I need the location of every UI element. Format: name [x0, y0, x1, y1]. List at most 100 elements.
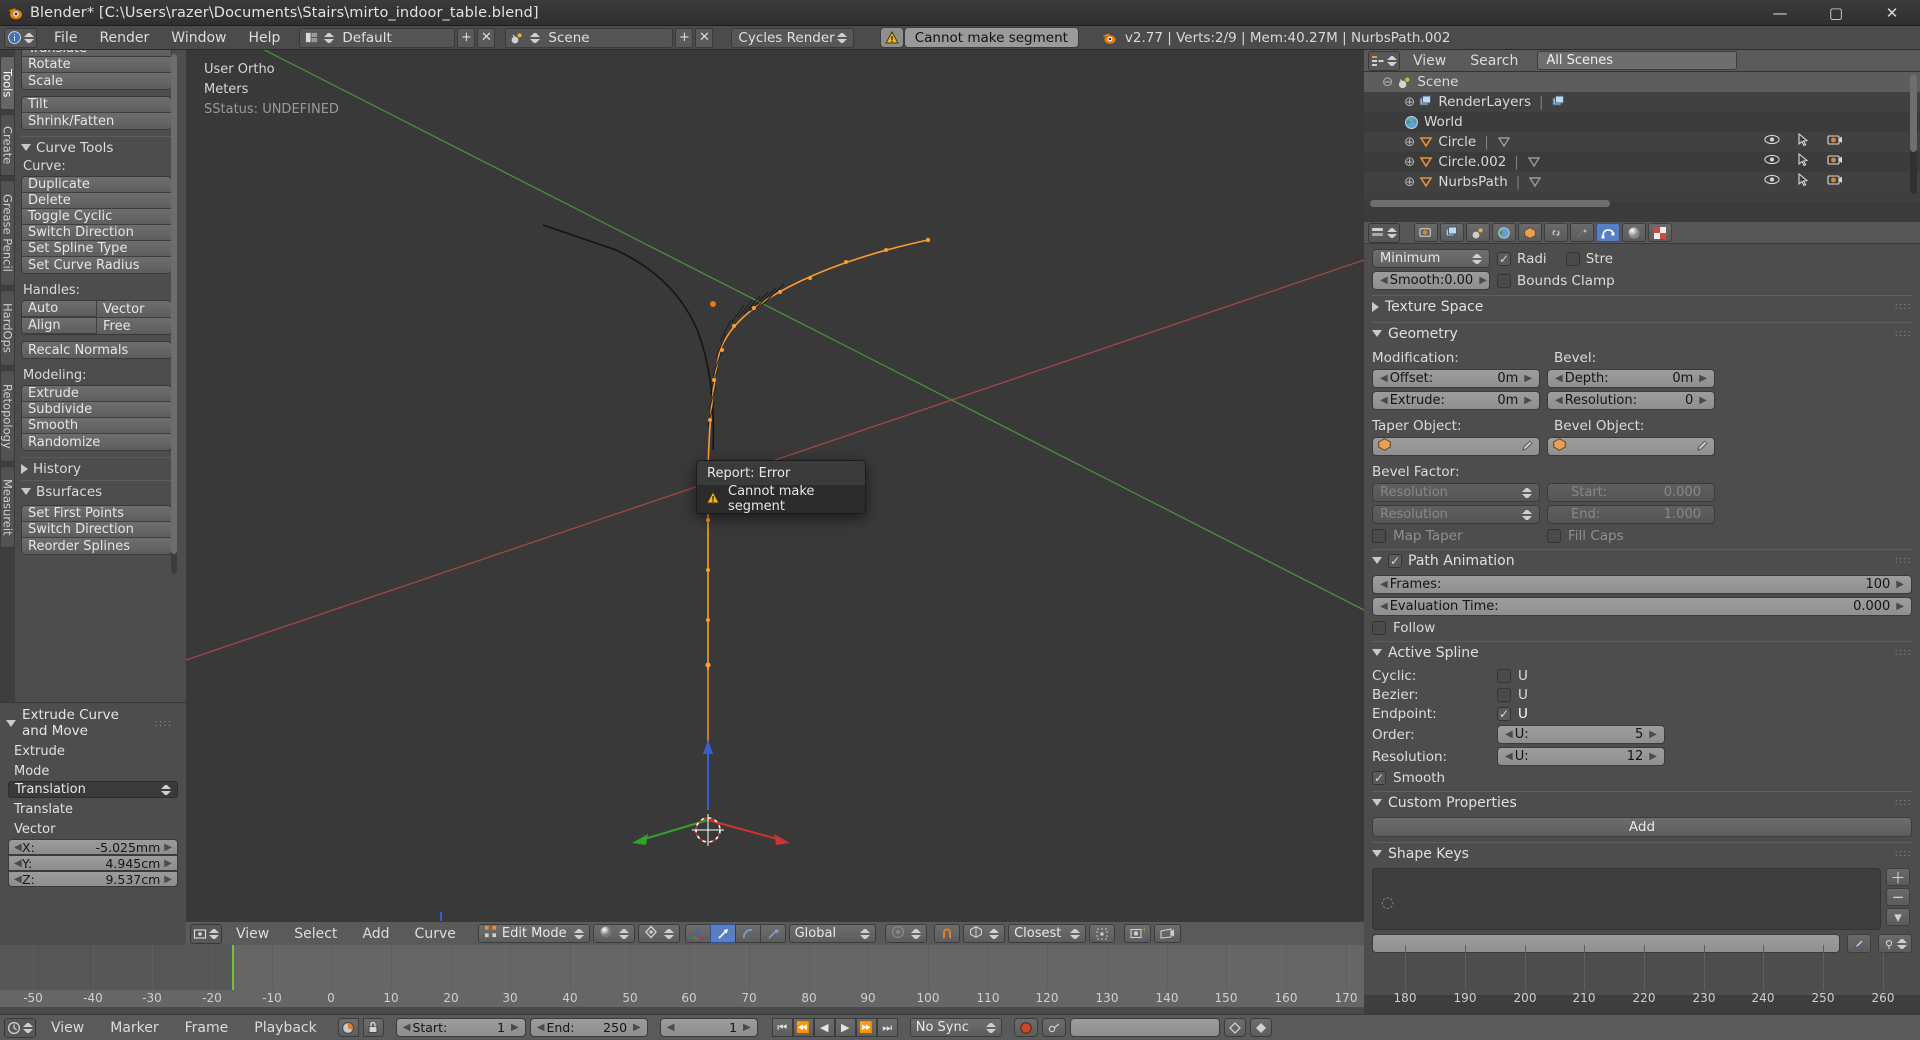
frame-start-field[interactable]: ◀ Start: 1 ▶: [395, 1018, 526, 1037]
handle-free-button[interactable]: Free: [97, 318, 171, 334]
menu-window[interactable]: Window: [160, 27, 237, 49]
frames-field[interactable]: ◀ Frames: 100 ▶: [1372, 575, 1912, 594]
grip-dots-icon[interactable]: ::::: [1895, 301, 1912, 312]
grip-dots-icon[interactable]: ::::: [155, 718, 172, 729]
grip-dots-icon[interactable]: ::::: [1895, 328, 1912, 339]
jump-prev-keyframe-button[interactable]: ⏪: [792, 1018, 814, 1037]
right-arrow-icon[interactable]: ▶: [1896, 601, 1904, 612]
viewport-menu-curve[interactable]: Curve: [404, 923, 467, 945]
bounds-clamp-toggle[interactable]: Bounds Clamp: [1497, 273, 1615, 289]
tab-object[interactable]: [1518, 223, 1542, 242]
menu-file[interactable]: File: [43, 27, 88, 49]
hide-eye-icon[interactable]: [1764, 173, 1780, 191]
right-arrow-icon[interactable]: ▶: [164, 858, 172, 869]
eyedropper-icon[interactable]: [1521, 438, 1535, 456]
right-arrow-icon[interactable]: ▶: [1649, 751, 1657, 762]
right-arrow-icon[interactable]: ▶: [164, 842, 172, 853]
restriction-toggles[interactable]: [1764, 172, 1894, 191]
path-animation-section-header[interactable]: Path Animation ::::: [1372, 549, 1912, 571]
restriction-toggles[interactable]: [1764, 152, 1894, 171]
eyedropper-icon[interactable]: [1696, 438, 1710, 456]
hide-eye-icon[interactable]: [1764, 153, 1780, 171]
sync-mode-selector[interactable]: No Sync: [909, 1018, 1002, 1037]
play-reverse-button[interactable]: ◀: [813, 1018, 835, 1037]
viewport-menu-select[interactable]: Select: [283, 923, 348, 945]
maximize-button[interactable]: ▢: [1808, 0, 1864, 26]
toolshelf-scrollbar[interactable]: [171, 54, 177, 574]
custom-properties-section-header[interactable]: Custom Properties ::::: [1372, 791, 1912, 813]
tab-constraints[interactable]: [1544, 223, 1568, 242]
expand-icon[interactable]: ⊖: [1382, 74, 1393, 90]
grip-dots-icon[interactable]: ::::: [1895, 555, 1912, 566]
frame-end-field[interactable]: ◀ End: 250 ▶: [529, 1018, 648, 1037]
right-arrow-icon[interactable]: ▶: [1524, 373, 1532, 384]
right-arrow-icon[interactable]: ▶: [1479, 275, 1487, 286]
right-arrow-icon[interactable]: ▶: [743, 1022, 751, 1033]
keying-set-lock-button[interactable]: [362, 1018, 384, 1037]
add-shape-key-button[interactable]: ＋: [1886, 868, 1910, 887]
bsurf-switch-direction-button[interactable]: Switch Direction: [22, 522, 171, 538]
extrude-field[interactable]: ◀ Extrude: 0m ▶: [1372, 391, 1540, 410]
bezier-checkbox[interactable]: [1497, 688, 1511, 702]
viewport-menu-view[interactable]: View: [225, 923, 280, 945]
expand-icon[interactable]: ⊕: [1404, 154, 1415, 170]
set-first-points-button[interactable]: Set First Points: [22, 506, 171, 522]
right-arrow-icon[interactable]: ▶: [633, 1022, 641, 1033]
delete-scene-button[interactable]: ✕: [695, 27, 714, 48]
map-taper-toggle[interactable]: Map Taper: [1372, 528, 1540, 544]
path-animation-checkbox[interactable]: [1388, 553, 1402, 568]
outliner-row-renderlayers[interactable]: ⊕ RenderLayers |: [1364, 92, 1920, 112]
left-arrow-icon[interactable]: ◀: [1505, 751, 1513, 762]
viewport-menu-add[interactable]: Add: [351, 923, 400, 945]
history-section-header[interactable]: History: [21, 457, 172, 477]
render-camera-icon[interactable]: [1827, 153, 1843, 171]
right-arrow-icon[interactable]: ▶: [1649, 729, 1657, 740]
transform-orientation-selector[interactable]: Global: [788, 924, 877, 943]
report-message[interactable]: Cannot make segment: [903, 27, 1079, 48]
menu-render[interactable]: Render: [88, 27, 160, 49]
toggle-cyclic-button[interactable]: Toggle Cyclic: [22, 209, 171, 225]
set-curve-radius-button[interactable]: Set Curve Radius: [22, 257, 171, 273]
tab-measureit[interactable]: Measureit: [0, 466, 15, 548]
bsurfaces-section-header[interactable]: Bsurfaces: [21, 480, 172, 500]
spline-resolution-u-field[interactable]: ◀ U: 12 ▶: [1497, 747, 1665, 766]
grip-dots-icon[interactable]: ::::: [1895, 647, 1912, 658]
spline-smooth-checkbox[interactable]: [1372, 771, 1386, 785]
snap-element-selector[interactable]: [963, 924, 1006, 943]
error-report-popup[interactable]: Report: Error Cannot make segment: [696, 460, 866, 514]
map-taper-checkbox[interactable]: [1372, 529, 1386, 543]
outliner-row-scene[interactable]: ⊖ Scene: [1364, 72, 1920, 92]
keying-set-field[interactable]: [1069, 1018, 1220, 1037]
left-arrow-icon[interactable]: ◀: [1380, 373, 1388, 384]
vector-x-field[interactable]: ◀ X: -5.025mm ▶: [8, 839, 178, 855]
tab-create[interactable]: Create: [0, 114, 15, 176]
record-button[interactable]: [1013, 1018, 1038, 1037]
restriction-toggles[interactable]: [1764, 132, 1894, 151]
new-scene-button[interactable]: +: [675, 27, 694, 48]
bevel-factor-end-mode[interactable]: Resolution: [1372, 505, 1540, 524]
tab-retopology[interactable]: Retopology: [0, 370, 15, 462]
keying-set-icon-button[interactable]: [1041, 1018, 1066, 1037]
smooth-button[interactable]: Smooth: [22, 418, 171, 434]
radius-toggle[interactable]: Radi: [1497, 251, 1547, 267]
rotate-button[interactable]: Rotate: [22, 57, 171, 73]
opengl-render-image-button[interactable]: +: [1124, 924, 1152, 943]
timeline-editor-type-selector[interactable]: [4, 1017, 36, 1038]
left-arrow-icon[interactable]: ◀: [1380, 601, 1388, 612]
jump-to-end-button[interactable]: ⏭: [876, 1018, 898, 1037]
jump-next-keyframe-button[interactable]: ⏩: [855, 1018, 877, 1037]
bevel-resolution-field[interactable]: ◀ Resolution: 0 ▶: [1547, 391, 1715, 410]
right-arrow-icon[interactable]: ▶: [1896, 579, 1904, 590]
snap-project-button[interactable]: [1089, 924, 1116, 943]
outliner-menu-view[interactable]: View: [1402, 50, 1457, 72]
tab-modifiers[interactable]: [1570, 223, 1594, 242]
play-button[interactable]: ▶: [834, 1018, 856, 1037]
active-spline-section-header[interactable]: Active Spline ::::: [1372, 641, 1912, 663]
fill-mode-selector[interactable]: Minimum: [1372, 249, 1490, 268]
switch-direction-button[interactable]: Switch Direction: [22, 225, 171, 241]
randomize-button[interactable]: Randomize: [22, 434, 171, 450]
render-camera-icon[interactable]: [1827, 133, 1843, 151]
render-engine-selector[interactable]: Cycles Render: [731, 27, 854, 48]
timeline-menu-view[interactable]: View: [40, 1017, 95, 1039]
grip-dots-icon[interactable]: ::::: [1895, 848, 1912, 859]
